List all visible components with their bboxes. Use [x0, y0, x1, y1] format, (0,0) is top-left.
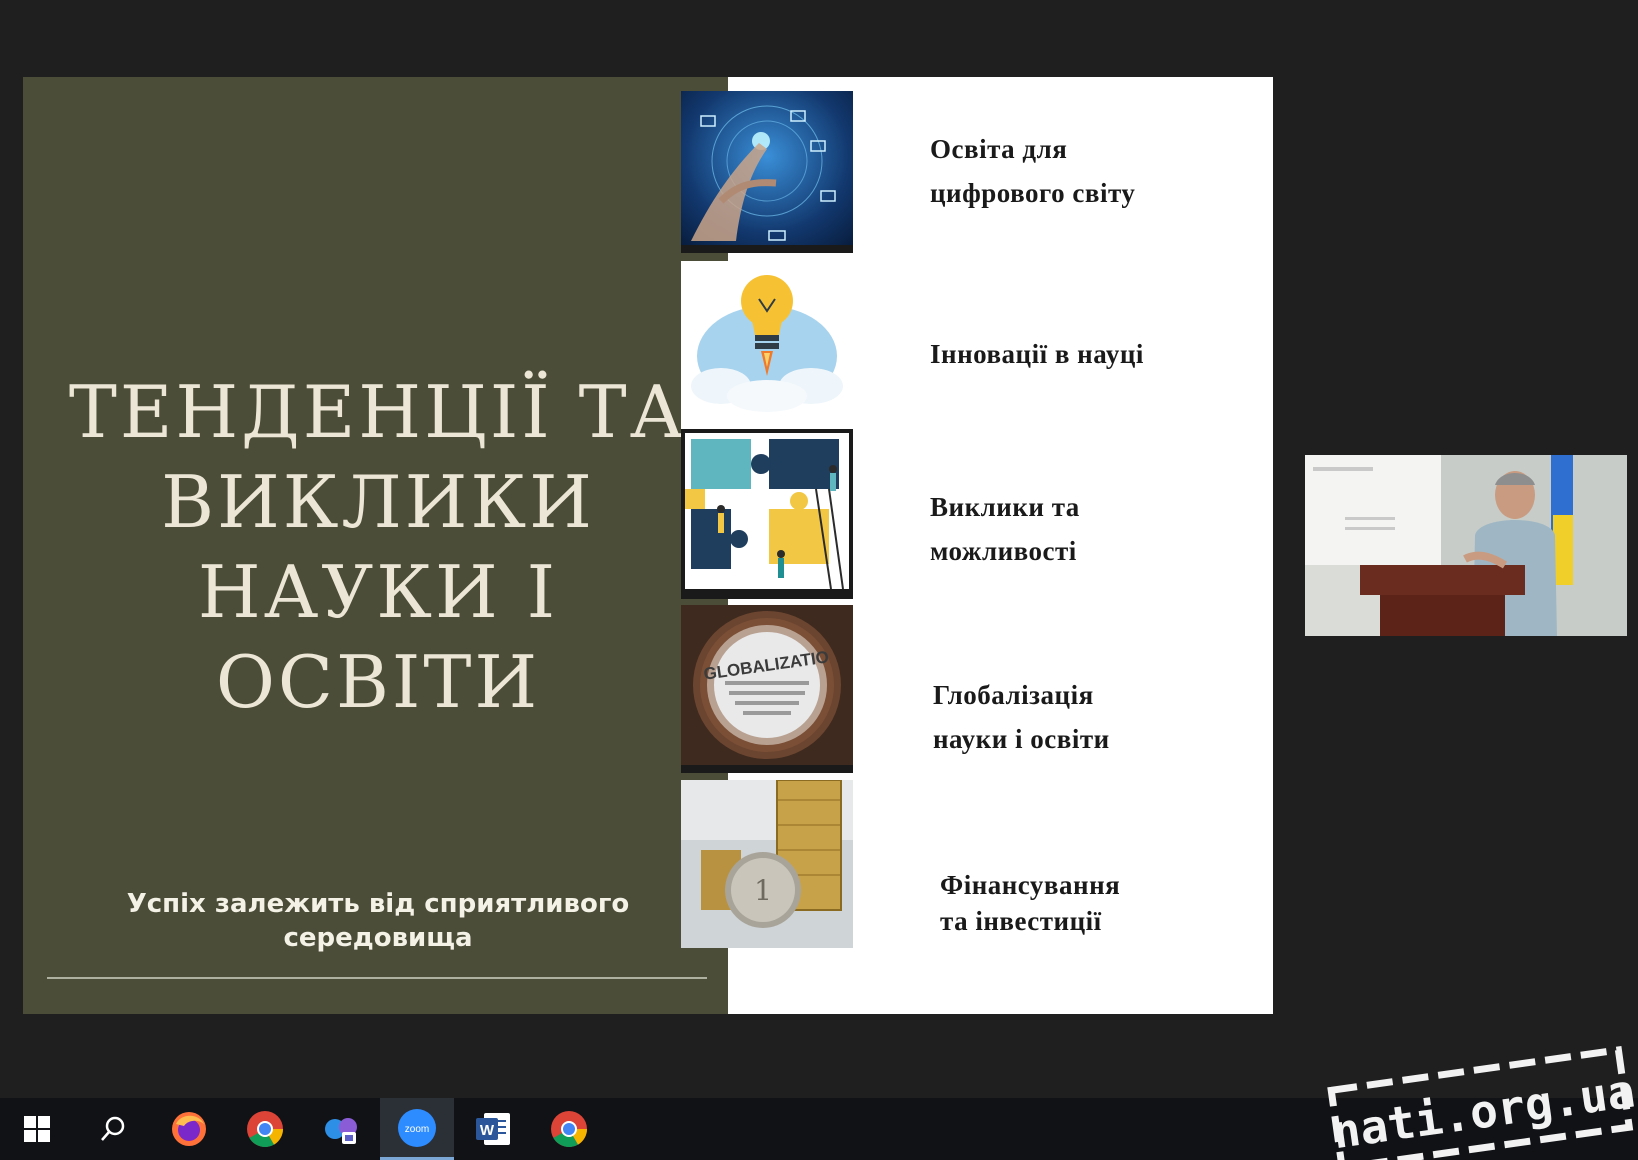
topic-label-line: можливості — [930, 536, 1077, 566]
slide-title: ТЕНДЕНЦІЇ ТА ВИКЛИКИ НАУКИ І ОСВІТИ — [63, 367, 693, 727]
teams-icon — [325, 1118, 357, 1144]
presentation-slide: ТЕНДЕНЦІЇ ТА ВИКЛИКИ НАУКИ І ОСВІТИ Успі… — [23, 77, 1273, 1014]
windows-start-button[interactable] — [0, 1098, 74, 1160]
lightbulb-rocket-image — [681, 261, 853, 429]
chrome-icon — [551, 1111, 587, 1148]
svg-text:1: 1 — [754, 874, 772, 907]
subtitle-line: Успіх залежить від сприятливого — [126, 889, 630, 919]
chrome-taskbar-button-2[interactable] — [532, 1098, 606, 1160]
globalization-word-sphere-image: GLOBALIZATIO — [681, 605, 853, 773]
firefox-taskbar-button[interactable] — [152, 1098, 226, 1160]
puzzle-pieces-people-image — [681, 429, 853, 599]
slide-left-panel: ТЕНДЕНЦІЇ ТА ВИКЛИКИ НАУКИ І ОСВІТИ Успі… — [23, 77, 728, 1014]
topic-label-line: та інвестиції — [940, 906, 1102, 936]
zoom-icon: zoom — [398, 1108, 436, 1147]
title-line: ВИКЛИКИ — [161, 460, 595, 544]
coin-stacks-image: 1 — [681, 780, 853, 948]
topic-label-line: Фінансування — [940, 870, 1121, 900]
firefox-icon — [172, 1112, 206, 1146]
zoom-taskbar-button[interactable]: zoom — [380, 1098, 454, 1160]
chrome-taskbar-button[interactable] — [228, 1098, 302, 1160]
topic-label: Фінансування та інвестиції — [940, 867, 1120, 939]
topic-label-line: Освіта для — [930, 134, 1068, 164]
topic-label: Освіта для цифрового світу — [930, 127, 1135, 215]
topic-label-line: Глобалізація — [933, 680, 1094, 710]
topic-label: Виклики та можливості — [930, 485, 1080, 573]
search-icon — [101, 1116, 125, 1141]
topic-label-line: науки і освіти — [933, 724, 1110, 754]
subtitle-line: середовища — [283, 923, 473, 953]
slide-subtitle: Успіх залежить від сприятливого середови… — [83, 887, 673, 955]
title-line: НАУКИ І — [197, 550, 559, 634]
title-line: ТЕНДЕНЦІЇ ТА — [68, 370, 688, 454]
slide-divider — [47, 977, 707, 979]
word-taskbar-button[interactable]: W — [456, 1098, 530, 1160]
screen-share-area: ТЕНДЕНЦІЇ ТА ВИКЛИКИ НАУКИ І ОСВІТИ Успі… — [0, 0, 1638, 1098]
title-line: ОСВІТИ — [215, 640, 541, 724]
topic-label-line: Виклики та — [930, 492, 1080, 522]
teams-taskbar-button[interactable] — [304, 1098, 378, 1160]
topic-label: Інновації в науці — [930, 332, 1144, 376]
topic-label-line: Інновації в науці — [930, 339, 1144, 369]
topic-label-line: цифрового світу — [930, 178, 1136, 208]
presenter-video-thumbnail[interactable] — [1305, 455, 1627, 636]
digital-hand-network-image — [681, 91, 853, 253]
windows-logo-icon — [24, 1116, 50, 1142]
search-button[interactable] — [76, 1098, 150, 1160]
word-icon: W — [476, 1113, 510, 1145]
word-icon-label: W — [480, 1122, 495, 1139]
chrome-icon — [247, 1111, 283, 1148]
topic-label: Глобалізація науки і освіти — [933, 673, 1110, 761]
zoom-icon-label: zoom — [405, 1124, 429, 1135]
site-watermark: nati.org.ua — [1318, 1040, 1638, 1160]
